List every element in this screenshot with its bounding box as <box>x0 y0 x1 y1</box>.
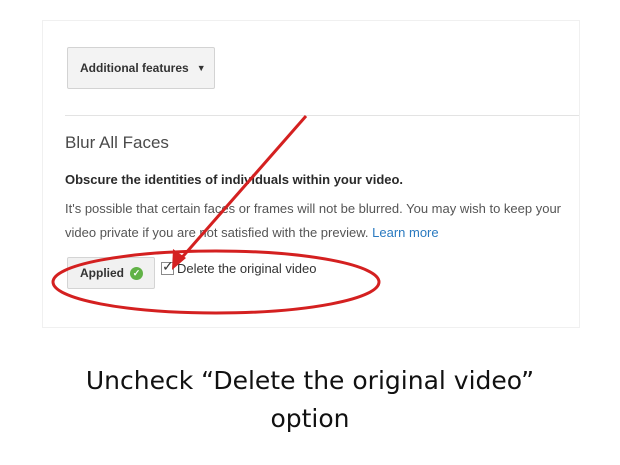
caption-line-2: option <box>270 404 350 433</box>
instruction-caption: Uncheck “Delete the original video” opti… <box>0 362 620 438</box>
annotation-arrow-line <box>176 115 308 263</box>
caption-line-1: Uncheck “Delete the original video” <box>85 366 535 395</box>
annotation-circle <box>51 249 381 315</box>
